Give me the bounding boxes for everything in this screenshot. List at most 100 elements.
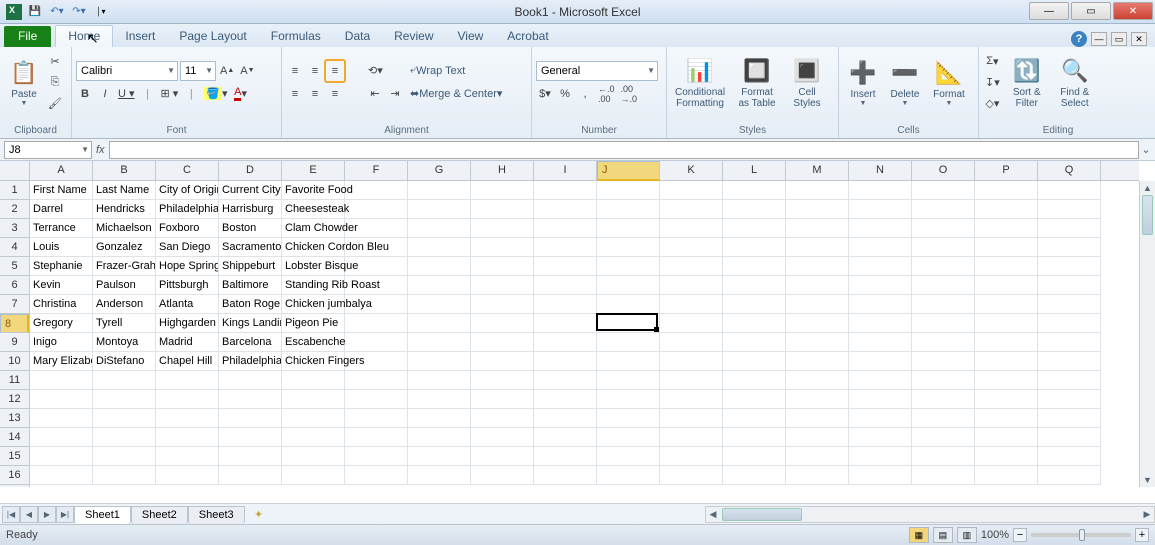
cell[interactable] [912,200,975,219]
cell[interactable] [975,333,1038,352]
cell[interactable] [408,371,471,390]
cell[interactable] [408,238,471,257]
cell[interactable] [660,371,723,390]
cell[interactable] [471,447,534,466]
cell[interactable]: Pigeon Pie [282,314,345,333]
cell[interactable] [219,428,282,447]
tab-review[interactable]: Review [382,26,445,47]
column-header-O[interactable]: O [912,161,975,180]
cell[interactable] [408,333,471,352]
cell[interactable] [345,257,408,276]
percent-button[interactable]: % [556,84,574,104]
cell[interactable] [597,238,660,257]
cell[interactable] [912,295,975,314]
bold-button[interactable]: B [76,84,94,104]
column-header-G[interactable]: G [408,161,471,180]
cell[interactable] [282,409,345,428]
name-box[interactable]: J8▼ [4,141,92,159]
accounting-format-button[interactable]: $ ▾ [536,84,554,104]
row-header-13[interactable]: 13 [0,409,29,428]
cell[interactable] [345,181,408,200]
zoom-in-button[interactable]: + [1135,528,1149,542]
cell[interactable]: Philadelphia [219,352,282,371]
cell[interactable] [93,447,156,466]
cell[interactable] [912,352,975,371]
cell[interactable] [282,390,345,409]
cell[interactable] [786,200,849,219]
cell[interactable]: Lobster Bisque [282,257,345,276]
cell[interactable] [723,200,786,219]
cell[interactable] [849,200,912,219]
cell[interactable] [723,238,786,257]
tab-formulas[interactable]: Formulas [259,26,333,47]
cell[interactable] [1038,219,1101,238]
column-header-H[interactable]: H [471,161,534,180]
cell[interactable]: Terrance [30,219,93,238]
cell[interactable]: Stephanie [30,257,93,276]
cell[interactable] [849,390,912,409]
row-header-14[interactable]: 14 [0,428,29,447]
cell[interactable] [1038,352,1101,371]
cell[interactable] [786,295,849,314]
cell[interactable] [345,390,408,409]
cell[interactable] [723,219,786,238]
cell[interactable] [534,371,597,390]
cell[interactable] [471,390,534,409]
align-center-button[interactable]: ≡ [306,84,324,104]
cell[interactable]: Sacramento [219,238,282,257]
cell[interactable] [975,200,1038,219]
cell[interactable]: Current City [219,181,282,200]
font-name-select[interactable]: Calibri▼ [76,61,178,81]
save-button[interactable]: 💾 [26,3,44,21]
cell[interactable] [534,409,597,428]
cut-button[interactable]: ✂ [46,51,64,71]
cell[interactable] [597,257,660,276]
underline-button[interactable]: U ▾ [116,84,137,104]
zoom-slider[interactable] [1031,533,1131,537]
cell[interactable] [93,466,156,485]
cell[interactable] [345,428,408,447]
cell[interactable] [975,428,1038,447]
cell[interactable] [93,371,156,390]
cell[interactable] [345,333,408,352]
cell[interactable]: Favorite Food [282,181,345,200]
cell[interactable]: Mary Elizabeth [30,352,93,371]
cell[interactable] [786,276,849,295]
cell[interactable] [660,200,723,219]
row-header-2[interactable]: 2 [0,200,29,219]
cell[interactable] [975,371,1038,390]
cell[interactable] [219,371,282,390]
cell[interactable] [1038,428,1101,447]
cell[interactable] [849,447,912,466]
cell[interactable] [597,181,660,200]
cell[interactable] [849,238,912,257]
cell[interactable] [156,390,219,409]
cell[interactable] [471,333,534,352]
cell[interactable] [786,428,849,447]
cell[interactable] [597,466,660,485]
cell[interactable] [156,409,219,428]
cell[interactable] [408,447,471,466]
row-header-11[interactable]: 11 [0,371,29,390]
cell[interactable]: Atlanta [156,295,219,314]
cell[interactable] [849,371,912,390]
column-header-L[interactable]: L [723,161,786,180]
cell[interactable] [408,352,471,371]
cell[interactable] [975,352,1038,371]
cell[interactable]: Darrel [30,200,93,219]
cell[interactable] [345,314,408,333]
fill-button[interactable]: ↧ ▾ [983,72,1002,92]
cell[interactable] [849,257,912,276]
cell[interactable] [471,257,534,276]
cell[interactable] [345,352,408,371]
cell[interactable]: Madrid [156,333,219,352]
cell[interactable] [849,409,912,428]
cell[interactable] [597,390,660,409]
cell[interactable] [219,447,282,466]
cell[interactable] [975,257,1038,276]
cell[interactable] [219,390,282,409]
cell[interactable] [786,447,849,466]
page-layout-view-button[interactable]: ▤ [933,527,953,543]
cell[interactable] [849,181,912,200]
cell[interactable]: Frazer-Graham [93,257,156,276]
